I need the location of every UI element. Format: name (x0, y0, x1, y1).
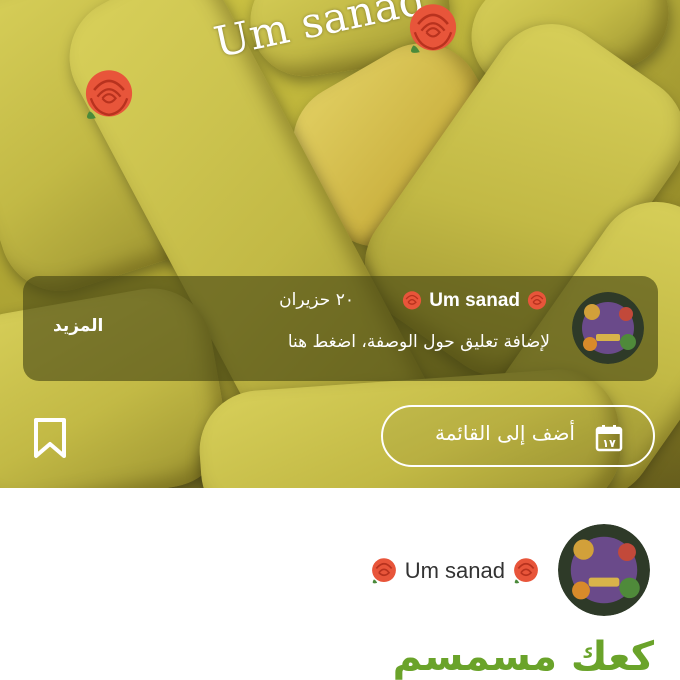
recipe-title: كعك مسمسم (392, 634, 654, 680)
comment-date: ٢٠ حزيران (279, 290, 354, 310)
comment-card[interactable]: Um sanad ٢٠ حزيران لإضافة تعليق حول الوص… (23, 276, 658, 381)
rose-icon (514, 558, 538, 584)
svg-text:١٧: ١٧ (602, 437, 616, 450)
rose-icon (85, 70, 133, 119)
watermark: Um sanad (70, 0, 490, 130)
add-to-list-button[interactable]: أضف إلى القائمة ١٧ (381, 405, 655, 467)
add-comment-prompt[interactable]: لإضافة تعليق حول الوصفة، اضغط هنا (288, 332, 550, 352)
rose-icon (403, 291, 422, 310)
author-name: Um sanad (404, 558, 505, 583)
recipe-hero-image: Um sanad Um sanad ٢٠ حزيران لإضافة تعليق… (0, 0, 680, 488)
avatar-image (558, 524, 650, 616)
calendar-icon: ١٧ (595, 425, 623, 452)
avatar-image (572, 292, 644, 364)
bookmark-button[interactable] (28, 416, 72, 460)
rose-icon (409, 4, 457, 53)
watermark-text: Um sanad (209, 0, 430, 67)
comment-author[interactable]: Um sanad (399, 288, 550, 314)
more-link[interactable]: المزيد (53, 316, 103, 336)
author-avatar[interactable] (558, 524, 650, 616)
author-link[interactable]: Um sanad (367, 554, 543, 588)
add-to-list-label: أضف إلى القائمة (435, 421, 575, 445)
rose-icon (527, 291, 547, 310)
avatar[interactable] (572, 292, 644, 364)
comment-author-name: Um sanad (429, 290, 520, 311)
bookmark-icon (34, 418, 66, 458)
rose-icon (371, 558, 396, 584)
